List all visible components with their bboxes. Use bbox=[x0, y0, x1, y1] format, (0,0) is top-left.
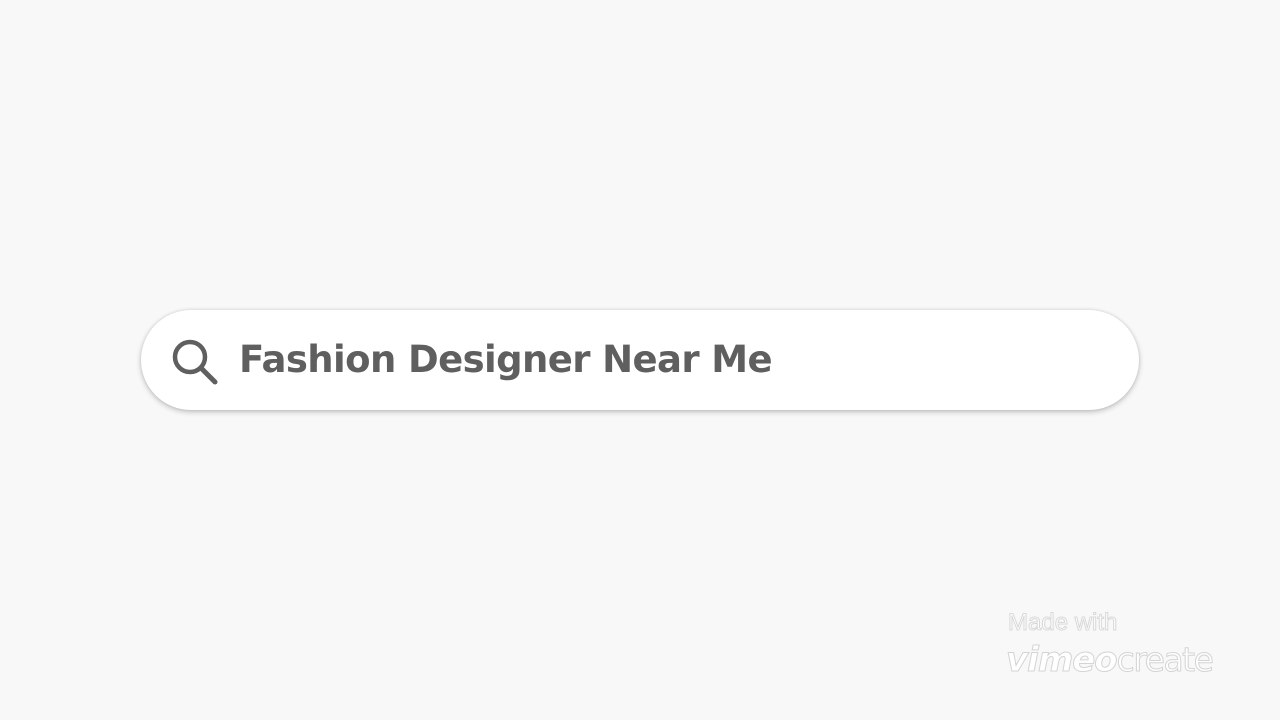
video-frame: Fashion Designer Near Me Made with vimeo… bbox=[0, 0, 1280, 720]
search-query-text: Fashion Designer Near Me bbox=[239, 338, 773, 381]
watermark-made-with: Made with bbox=[1007, 609, 1118, 637]
watermark-brand-create: create bbox=[1116, 640, 1214, 680]
vimeo-create-watermark: Made with vimeocreate bbox=[1006, 606, 1246, 686]
watermark-brand-vimeo: vimeo bbox=[1006, 640, 1119, 681]
watermark-brand: vimeocreate bbox=[1006, 640, 1215, 687]
search-icon bbox=[172, 339, 218, 385]
